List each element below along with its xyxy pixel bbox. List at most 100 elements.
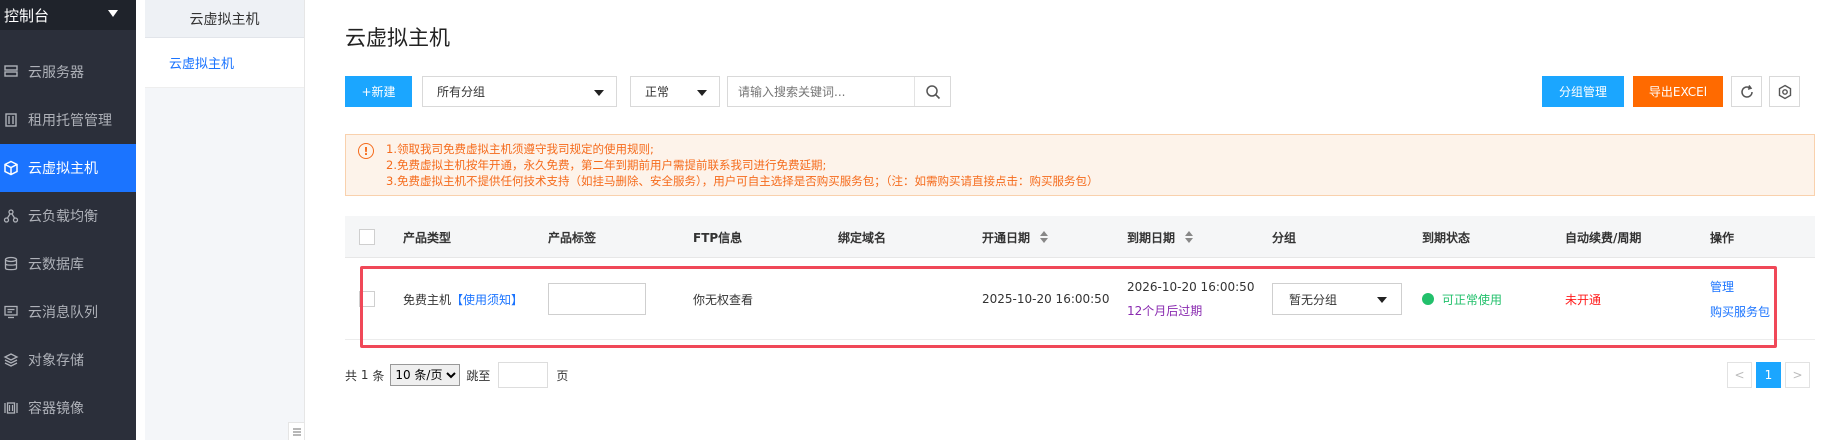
row-group-select[interactable]: 暂无分组 (1272, 283, 1402, 315)
pagination-buttons: < 1 > (1727, 362, 1810, 388)
row-checkbox[interactable] (359, 291, 375, 307)
page-button-current[interactable]: 1 (1756, 362, 1781, 388)
usage-notice-link[interactable]: 【使用须知】 (451, 291, 523, 308)
collapse-menu-icon[interactable] (288, 422, 304, 440)
sidebar-item-container-image[interactable]: 容器镜像 (0, 384, 136, 432)
checkbox[interactable] (359, 229, 375, 245)
search-box (727, 76, 951, 107)
search-icon[interactable] (914, 77, 950, 106)
toolbar: +新建 所有分组 正常 分组管理 导出EXCEl (345, 76, 1815, 108)
prev-page-button[interactable]: < (1727, 362, 1752, 388)
buy-service-pack-link[interactable]: 购买服务包 (1710, 303, 1770, 320)
notice-banner: ! 1.领取我司免费虚拟主机须遵守我司规定的使用规则; 2.免费虚拟主机按年开通… (345, 134, 1815, 196)
group-filter-select[interactable]: 所有分组 (422, 76, 617, 107)
col-expire-status: 到期状态 (1422, 230, 1471, 245)
caret-down-icon (1377, 297, 1387, 303)
sidebar-item-database[interactable]: 云数据库 (0, 240, 136, 288)
col-ftp: FTP信息 (693, 230, 743, 245)
product-type: 免费主机 (403, 292, 452, 307)
group-filter-value: 所有分组 (437, 85, 486, 99)
product-tag-input[interactable] (548, 283, 646, 315)
row-checkbox-cell (359, 258, 375, 340)
col-expire-date-label: 到期日期 (1127, 230, 1176, 245)
auto-renew-status: 未开通 (1565, 292, 1602, 307)
sidebar-item-label: 云消息队列 (28, 305, 98, 321)
sidebar-item-label: 对象存储 (28, 353, 84, 369)
secondary-nav: 云虚拟主机 云虚拟主机 (145, 0, 305, 440)
manage-link[interactable]: 管理 (1710, 278, 1734, 295)
sidebar-item-label: 云服务器 (28, 65, 84, 81)
page-size-select[interactable]: 10 条/页 (390, 364, 461, 386)
expire-date: 2026-10-20 16:00:50 (1127, 279, 1255, 294)
message-queue-icon (0, 301, 22, 323)
col-actions: 操作 (1710, 230, 1735, 245)
new-button[interactable]: +新建 (345, 76, 412, 107)
product-tag-cell (548, 258, 646, 340)
total-suffix: 条 (372, 368, 385, 383)
console-menu[interactable]: 控制台 (0, 0, 136, 30)
console-title: 控制台 (4, 6, 50, 25)
sort-icon[interactable] (1040, 231, 1049, 243)
main-content: 云虚拟主机 +新建 所有分组 正常 分组管理 导出EXCEl ! 1.领取我司 (345, 0, 1815, 440)
total-count: 1 (360, 368, 369, 382)
col-open-date-label: 开通日期 (982, 230, 1031, 245)
notice-line: 2.免费虚拟主机按年开通，永久免费，第二年到期前用户需提前联系我司进行免费延期; (386, 158, 827, 172)
col-open-date[interactable]: 开通日期 (982, 216, 1049, 258)
col-product-type: 产品类型 (403, 230, 452, 245)
load-balance-icon (0, 205, 22, 227)
col-product-tag: 产品标签 (548, 230, 597, 245)
page-unit: 页 (556, 368, 569, 383)
expire-status: 可正常使用 (1442, 292, 1503, 307)
col-domain: 绑定域名 (838, 230, 887, 245)
sidebar-item-label: 云负载均衡 (28, 209, 98, 225)
sort-icon[interactable] (1185, 231, 1194, 243)
group-cell: 暂无分组 (1272, 258, 1402, 340)
refresh-icon[interactable] (1731, 76, 1762, 107)
open-date: 2025-10-20 16:00:50 (982, 292, 1110, 306)
ftp-info: 你无权查看 (693, 292, 754, 307)
sidebar-item-label: 容器镜像 (28, 401, 84, 417)
expire-relative: 12个月后过期 (1127, 303, 1203, 318)
jump-page-input[interactable] (498, 362, 549, 388)
sidebar-item-virtual-host[interactable]: 云虚拟主机 (0, 144, 136, 192)
database-icon (0, 253, 22, 275)
product-type-cell: 免费主机 【使用须知】 (403, 258, 523, 340)
sidebar-item-cloud-server[interactable]: 云服务器 (0, 48, 136, 96)
table-header: 产品类型 产品标签 FTP信息 绑定域名 开通日期 到期日期 分组 到期状态 自… (345, 216, 1815, 258)
settings-icon[interactable] (1769, 76, 1800, 107)
layers-icon (0, 349, 22, 371)
caret-down-icon (108, 10, 118, 17)
col-expire-date[interactable]: 到期日期 (1127, 216, 1194, 258)
page-title: 云虚拟主机 (345, 26, 450, 50)
search-input[interactable] (728, 77, 914, 106)
cube-icon (0, 157, 22, 179)
secondary-nav-item-virtual-host[interactable]: 云虚拟主机 (145, 38, 304, 88)
jump-label: 跳至 (466, 368, 491, 383)
next-page-button[interactable]: > (1785, 362, 1810, 388)
caret-down-icon (697, 90, 707, 96)
group-manage-button[interactable]: 分组管理 (1542, 76, 1624, 107)
secondary-nav-title: 云虚拟主机 (145, 0, 304, 38)
main-sidebar: 控制台 云服务器 租用托管管理 云虚拟主机 云负载均衡 云数据库 云消息队列 对… (0, 0, 136, 440)
container-icon (0, 397, 22, 419)
warning-icon: ! (358, 143, 374, 159)
row-group-value: 暂无分组 (1289, 292, 1338, 307)
sidebar-item-hosting[interactable]: 租用托管管理 (0, 96, 136, 144)
total-prefix: 共 (345, 368, 358, 383)
sidebar-item-message-queue[interactable]: 云消息队列 (0, 288, 136, 336)
sidebar-item-load-balancer[interactable]: 云负载均衡 (0, 192, 136, 240)
sidebar-item-label: 云数据库 (28, 257, 84, 273)
select-all-checkbox[interactable] (359, 216, 375, 258)
pagination-info: 共 1 条 10 条/页 跳至 页 (345, 362, 569, 388)
sidebar-item-label: 租用托管管理 (28, 113, 112, 129)
rack-icon (0, 109, 22, 131)
caret-down-icon (594, 90, 604, 96)
export-excel-button[interactable]: 导出EXCEl (1633, 76, 1723, 107)
sidebar-item-label: 云虚拟主机 (28, 161, 98, 177)
notice-line: 3.免费虚拟主机不提供任何技术支持（如挂马删除、安全服务），用户可自主选择是否购… (386, 174, 1099, 188)
status-filter-select[interactable]: 正常 (630, 76, 720, 107)
notice-lines: 1.领取我司免费虚拟主机须遵守我司规定的使用规则; 2.免费虚拟主机按年开通，永… (386, 141, 1098, 189)
notice-line: 1.领取我司免费虚拟主机须遵守我司规定的使用规则; (386, 142, 654, 156)
actions-cell: 管理 购买服务包 (1710, 258, 1770, 340)
sidebar-item-object-storage[interactable]: 对象存储 (0, 336, 136, 384)
